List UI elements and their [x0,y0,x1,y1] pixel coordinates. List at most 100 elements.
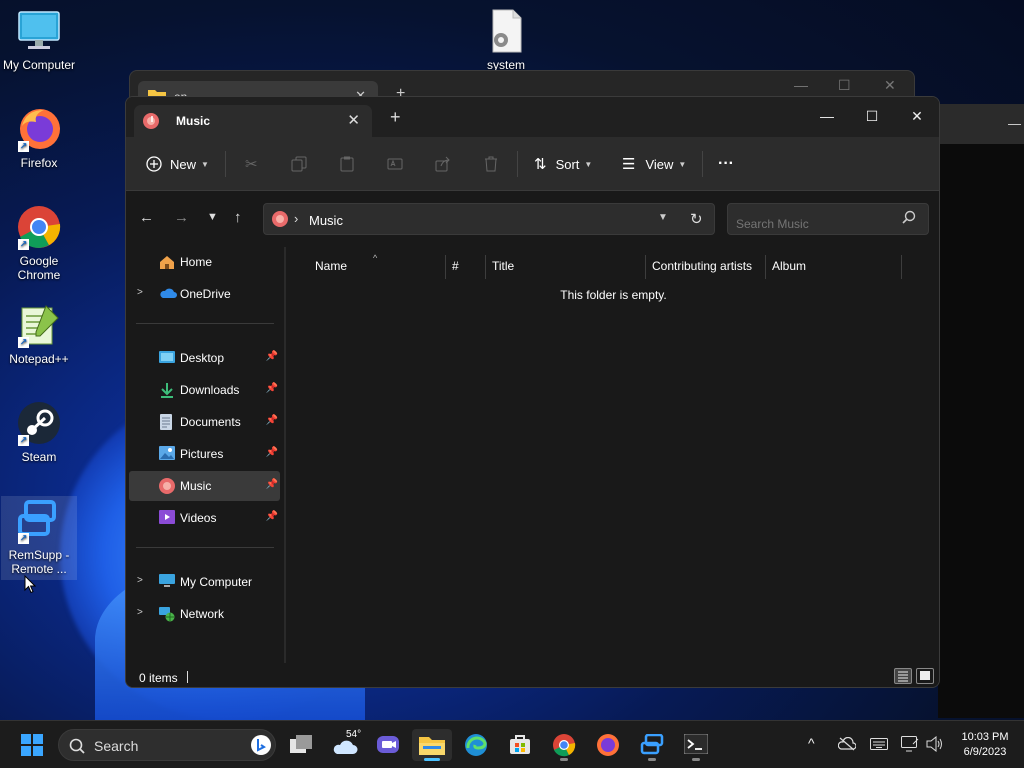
desktop-icon-firefox[interactable]: ↗ Firefox [1,106,77,170]
minimize-icon[interactable]: — [1008,116,1021,131]
breadcrumb-chevron-icon[interactable]: › [294,211,298,226]
close-tab-icon[interactable]: ✕ [347,111,360,129]
more-options-button[interactable]: ··· [718,137,734,191]
minimize-icon[interactable]: — [805,101,849,131]
column-divider[interactable] [765,255,766,279]
search-input[interactable] [727,203,929,235]
desktop-icon-label: Google Chrome [17,254,61,282]
desktop-icon-steam[interactable]: ↗ Steam [1,400,77,464]
pin-icon[interactable]: 📌 [266,415,278,426]
new-button[interactable]: New ▼ [146,137,209,191]
taskbar-terminal[interactable] [676,729,716,761]
system-clock[interactable]: 10:03 PM 6/9/2023 [950,730,1020,760]
taskbar-store[interactable] [500,729,540,761]
taskbar-edge[interactable] [456,729,496,761]
taskbar-chrome[interactable] [544,729,584,761]
sidebar-item-onedrive[interactable]: > OneDrive [129,279,280,309]
tiles-view-button[interactable] [916,668,934,684]
sidebar-item-home[interactable]: Home [129,247,280,277]
sidebar-item-music[interactable]: Music 📌 [129,471,280,501]
column-divider[interactable] [645,255,646,279]
rename-button[interactable] [387,137,403,191]
details-view-icon [898,671,908,682]
breadcrumb-music[interactable]: Music [309,213,343,228]
taskbar-file-explorer[interactable] [412,729,452,761]
close-window-icon[interactable]: ✕ [895,101,939,131]
cut-button[interactable]: ✂ [245,137,258,191]
pin-icon[interactable]: 📌 [266,511,278,522]
sidebar-item-label: Music [180,479,212,493]
column-header-contributing-artists[interactable]: Contributing artists [652,259,752,273]
sidebar-item-videos[interactable]: Videos 📌 [129,503,280,533]
desktop-file-system[interactable]: system [468,8,544,72]
sidebar-separator [136,547,274,548]
search-icon[interactable] [902,210,916,224]
chevron-down-icon[interactable]: ▼ [658,212,668,223]
expand-chevron-icon[interactable]: > [137,607,143,618]
sidebar-item-pictures[interactable]: Pictures 📌 [129,439,280,469]
expand-chevron-icon[interactable]: > [137,575,143,586]
column-header-title[interactable]: Title [492,259,514,273]
show-hidden-icons-chevron-icon[interactable]: ^ [808,735,815,751]
tab-label: Music [176,114,211,128]
up-arrow-icon[interactable]: ↑ [234,209,242,226]
recent-locations-chevron-icon[interactable]: ▼ [207,211,218,223]
task-view-button[interactable] [282,729,322,761]
column-header-album[interactable]: Album [772,259,806,273]
column-divider[interactable] [901,255,902,279]
pin-icon[interactable]: 📌 [266,383,278,394]
refresh-icon[interactable]: ↻ [690,210,703,228]
desktop-icon-chrome[interactable]: ↗ Google Chrome [1,204,77,282]
desktop-icon-remsupp[interactable]: ↗ RemSupp - Remote ... [1,496,77,580]
weather-temperature: 54° [346,729,362,740]
download-icon [159,382,175,401]
sidebar-item-downloads[interactable]: Downloads 📌 [129,375,280,405]
minimize-icon[interactable]: — [794,77,808,93]
bing-icon [251,735,271,755]
settings-file-icon [483,8,529,54]
back-arrow-icon[interactable]: ← [139,209,154,226]
view-button[interactable]: ☰ View ▼ [622,137,686,191]
close-icon[interactable]: ✕ [884,77,896,94]
maximize-icon[interactable]: ☐ [838,77,851,94]
desktop-icon-my-computer[interactable]: My Computer [1,8,77,72]
sidebar-item-documents[interactable]: Documents 📌 [129,407,280,437]
copy-button[interactable] [291,137,307,191]
network-display-icon[interactable] [901,736,919,752]
empty-folder-message: This folder is empty. [560,288,667,302]
teams-chat-button[interactable] [368,729,408,761]
paste-button[interactable] [339,137,355,191]
address-bar[interactable]: › Music ▼ ↻ [263,203,715,235]
pin-icon[interactable]: 📌 [266,447,278,458]
new-tab-icon[interactable]: + [390,107,401,128]
maximize-icon[interactable]: ☐ [850,101,894,131]
taskbar-search[interactable]: Search [58,729,276,761]
start-button[interactable] [12,729,52,761]
forward-arrow-icon[interactable]: → [174,209,189,226]
tab-music[interactable]: Music ✕ [134,105,372,137]
chevron-down-icon: ▼ [584,159,593,169]
expand-chevron-icon[interactable]: > [137,287,143,298]
sidebar-item-my-computer[interactable]: > My Computer [129,567,280,597]
taskbar-firefox[interactable] [588,729,628,761]
view-label: View [645,156,674,172]
taskbar-remsupp[interactable] [632,729,672,761]
details-view-button[interactable] [894,668,912,684]
delete-button[interactable] [483,137,499,191]
sidebar-item-desktop[interactable]: Desktop 📌 [129,343,280,373]
pin-icon[interactable]: 📌 [266,351,278,362]
column-divider[interactable] [445,255,446,279]
keyboard-icon[interactable] [870,738,888,750]
desktop-icon-label: RemSupp - Remote ... [8,548,70,576]
weather-widget[interactable]: 54° [326,729,366,761]
column-header-number[interactable]: # [452,259,459,273]
column-header-name[interactable]: Name ^ [315,253,377,273]
column-divider[interactable] [485,255,486,279]
volume-icon[interactable] [926,736,944,752]
onedrive-offline-icon[interactable] [838,737,856,751]
sidebar-item-network[interactable]: > Network [129,599,280,629]
pin-icon[interactable]: 📌 [266,479,278,490]
share-button[interactable] [435,137,451,191]
desktop-icon-notepadpp[interactable]: ↗ Notepad++ [1,302,77,366]
sort-button[interactable]: ⇅ Sort ▼ [534,137,592,191]
